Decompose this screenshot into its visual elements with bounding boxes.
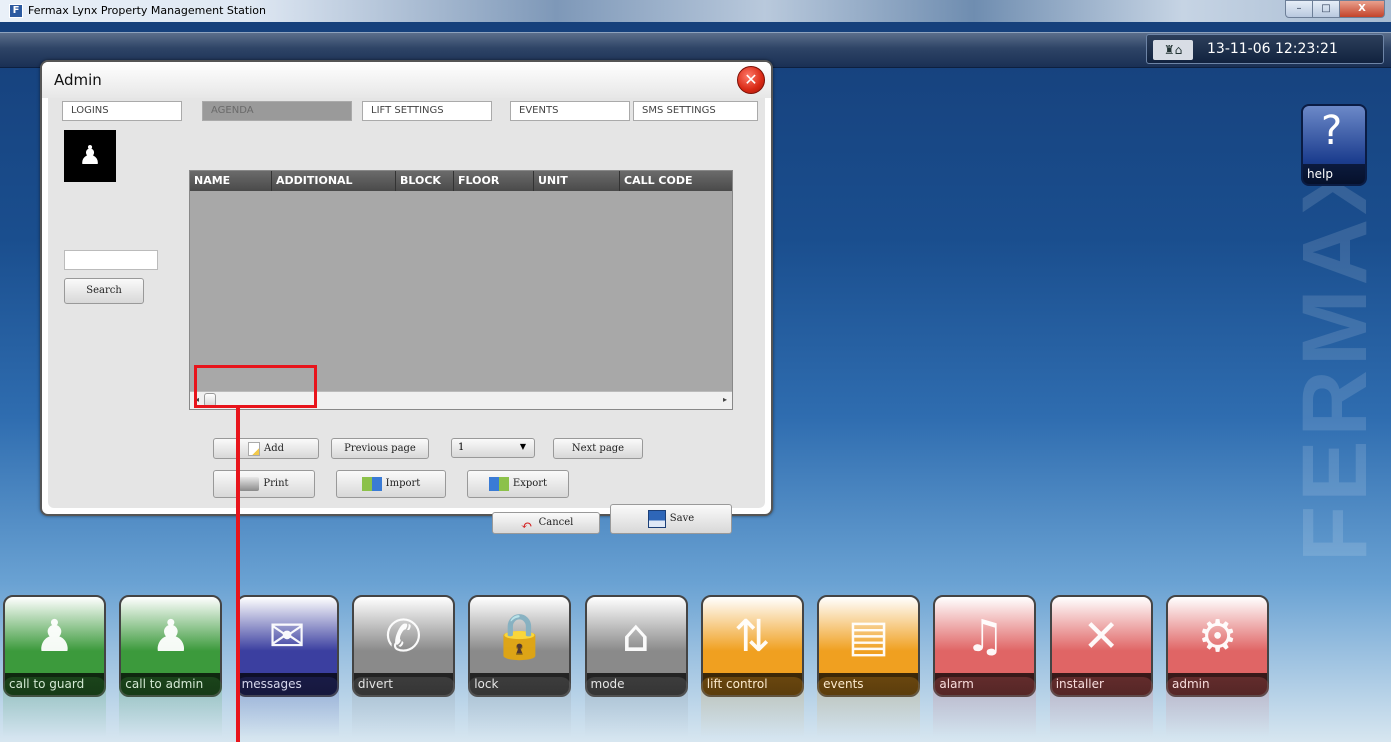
launcher-reflection xyxy=(817,677,921,737)
minimize-button[interactable]: – xyxy=(1285,0,1313,18)
house-gear-icon: ⌂ xyxy=(622,611,650,662)
envelope-icon: ✉ xyxy=(268,611,306,662)
documents-icon: ▤ xyxy=(847,611,890,662)
cancel-button-label: Cancel xyxy=(538,517,574,528)
previous-page-label: Previous page xyxy=(344,443,416,454)
search-button[interactable]: Search xyxy=(64,278,144,304)
dialog-title: Admin xyxy=(54,71,102,89)
phone-divert-icon: ✆ xyxy=(384,611,422,662)
admin-call-icon: ♟ xyxy=(151,611,191,662)
elevator-icon: ⇅ xyxy=(733,611,771,662)
page-select-value: 1 xyxy=(458,442,465,453)
help-button[interactable]: ? help xyxy=(1301,104,1367,186)
launcher-reflection xyxy=(119,677,223,737)
guard-icon: ♟ xyxy=(34,611,75,662)
close-window-button[interactable]: X xyxy=(1339,0,1385,18)
app-logo-icon: F xyxy=(9,4,23,18)
add-button-highlight xyxy=(194,365,317,408)
dialog-body: LOGINS AGENDA LIFT SETTINGS EVENTS SMS S… xyxy=(48,98,765,534)
status-panel: ♜⌂ 13-11-06 12:23:21 xyxy=(1146,34,1384,64)
launcher-reflection xyxy=(235,677,339,737)
col-name[interactable]: NAME xyxy=(190,171,272,191)
help-label: help xyxy=(1303,164,1365,184)
tab-lift-settings[interactable]: LIFT SETTINGS xyxy=(362,101,492,121)
window-title: Fermax Lynx Property Management Station xyxy=(28,4,266,17)
launcher-reflection xyxy=(1049,677,1153,737)
dialog-close-button[interactable]: ✕ xyxy=(737,66,765,94)
next-page-label: Next page xyxy=(571,443,625,454)
cancel-button[interactable]: ↶ Cancel xyxy=(492,512,600,534)
col-block[interactable]: BLOCK xyxy=(396,171,454,191)
tab-sms-settings[interactable]: SMS SETTINGS xyxy=(633,101,758,121)
tab-events[interactable]: EVENTS xyxy=(510,101,630,121)
launcher-reflection xyxy=(351,677,455,737)
lock-icon: 🔒 xyxy=(492,611,548,662)
window-controls: – □ X xyxy=(1285,0,1385,18)
admin-dialog: Admin ✕ LOGINS AGENDA LIFT SETTINGS EVEN… xyxy=(40,60,773,534)
launcher-reflection xyxy=(1166,677,1269,737)
print-button-label: Print xyxy=(263,478,289,489)
launcher-reflection xyxy=(468,677,572,737)
tab-agenda[interactable]: AGENDA xyxy=(202,101,352,121)
page-select[interactable]: 1 ▼ xyxy=(451,438,535,458)
launcher-reflection xyxy=(3,677,106,737)
maximize-button[interactable]: □ xyxy=(1312,0,1340,18)
save-button[interactable]: Save xyxy=(610,504,732,534)
save-button-label: Save xyxy=(669,513,695,524)
import-button[interactable]: Import xyxy=(336,470,446,498)
launcher-reflection xyxy=(933,677,1037,737)
chevron-down-icon: ▼ xyxy=(519,442,526,451)
launcher-reflection xyxy=(700,677,804,737)
col-additional[interactable]: ADDITIONAL xyxy=(272,171,396,191)
user-tile: ♟ xyxy=(64,130,116,182)
tools-icon: ✕ xyxy=(1082,611,1120,662)
col-floor[interactable]: FLOOR xyxy=(454,171,534,191)
export-icon xyxy=(488,477,509,491)
add-button-label: Add xyxy=(263,443,285,454)
add-button[interactable]: Add xyxy=(213,438,319,459)
status-datetime: 13-11-06 12:23:21 xyxy=(1207,41,1338,57)
search-button-label: Search xyxy=(86,285,122,296)
tab-logins[interactable]: LOGINS xyxy=(62,101,182,121)
col-unit[interactable]: UNIT xyxy=(534,171,620,191)
printer-icon xyxy=(239,477,260,491)
dialog-header: Admin ✕ xyxy=(42,62,771,98)
guard-house-icon: ♜⌂ xyxy=(1153,40,1193,60)
window-titlebar: F Fermax Lynx Property Management Statio… xyxy=(0,0,1391,22)
export-button[interactable]: Export xyxy=(467,470,569,498)
previous-page-button[interactable]: Previous page xyxy=(331,438,429,459)
import-icon xyxy=(361,477,382,491)
launcher-reflection xyxy=(584,677,688,737)
new-document-icon xyxy=(247,441,260,456)
bell-icon: ♫ xyxy=(965,611,1005,662)
next-page-button[interactable]: Next page xyxy=(553,438,643,459)
annotation-pointer-line xyxy=(236,408,240,742)
table-header: NAME ADDITIONAL BLOCK FLOOR UNIT CALL CO… xyxy=(190,171,732,191)
floppy-disk-icon xyxy=(647,510,666,528)
search-input[interactable] xyxy=(64,250,158,270)
help-question-icon: ? xyxy=(1321,108,1343,154)
col-call-code[interactable]: CALL CODE xyxy=(620,171,734,191)
undo-arrow-icon: ↶ xyxy=(520,518,533,534)
person-icon: ♟ xyxy=(78,141,102,171)
scroll-right-icon[interactable]: ▸ xyxy=(718,392,732,408)
export-button-label: Export xyxy=(512,478,548,489)
print-button[interactable]: Print xyxy=(213,470,315,498)
admin-gear-icon: ⚙ xyxy=(1197,611,1238,662)
import-button-label: Import xyxy=(385,478,421,489)
